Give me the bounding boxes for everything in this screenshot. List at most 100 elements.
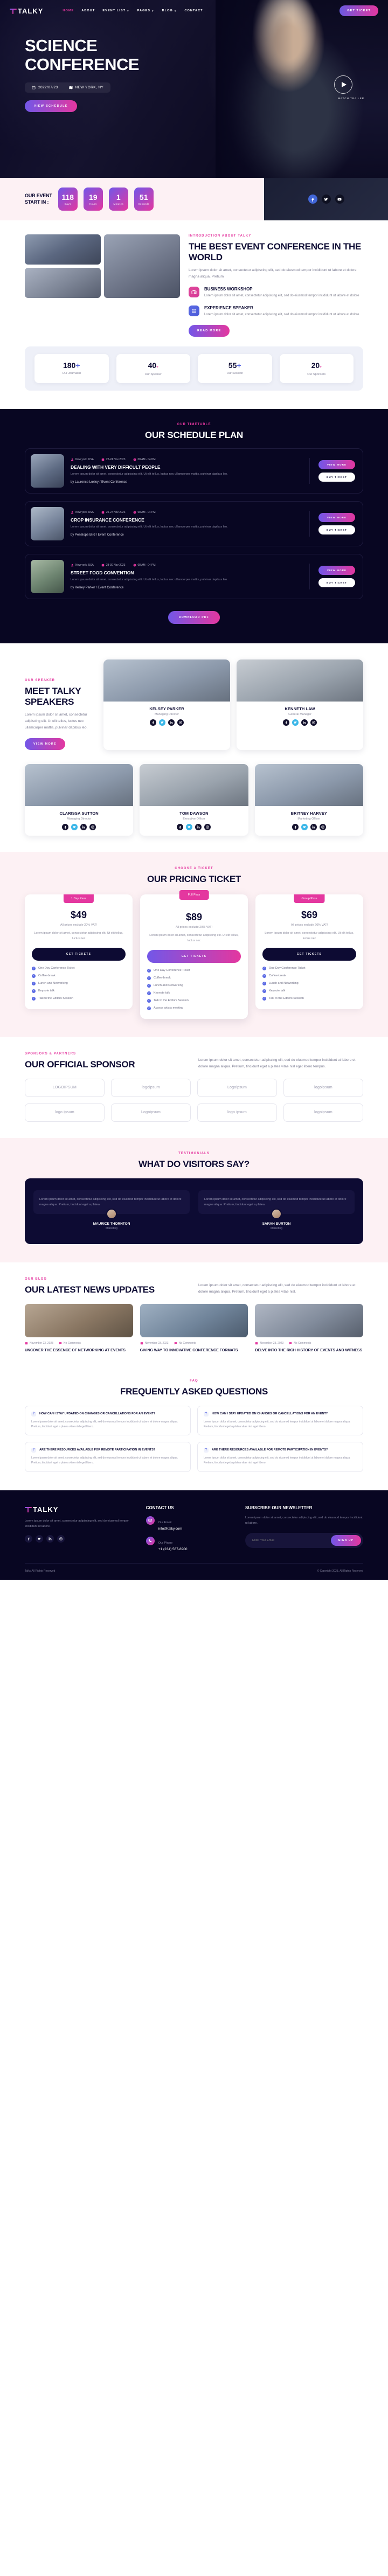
- facebook-icon[interactable]: [25, 1535, 32, 1543]
- schedule-item[interactable]: New york, USA 28-30 Nov 2023 08 AM - 04 …: [25, 553, 363, 599]
- download-pdf-button[interactable]: DOWNLOAD PDF: [168, 610, 220, 624]
- speakers-intro: OUR SPEAKER MEET TALKY SPEAKERS Lorem ip…: [25, 659, 95, 750]
- speaker-card[interactable]: KENNETH LAW General Manager: [237, 659, 363, 750]
- hero-title-line-2: CONFERENCE: [25, 54, 140, 74]
- twitter-icon[interactable]: [36, 1535, 43, 1543]
- nav-item-event-list[interactable]: EVENT LIST ▼: [102, 9, 129, 12]
- buy-ticket-button[interactable]: BUY TICKET: [318, 578, 355, 587]
- nav-item-blog[interactable]: BLOG ▼: [162, 9, 177, 12]
- pricing-amount: $49: [70, 909, 87, 920]
- nav-item-contact[interactable]: CONTACT: [184, 9, 203, 12]
- newsletter-signup-button[interactable]: SIGN UP: [330, 1535, 361, 1546]
- blog-section: OUR BLOG OUR LATEST NEWS UPDATES Lorem i…: [0, 1262, 388, 1367]
- twitter-icon[interactable]: [71, 823, 78, 830]
- speaker-card[interactable]: CLARISSA SUTTON Managing Director: [25, 763, 134, 836]
- blog-post[interactable]: November 23, 2023 No Comments GIVING WAY…: [140, 1304, 248, 1353]
- get-ticket-button[interactable]: GET TICKET: [340, 5, 378, 16]
- twitter-icon[interactable]: [301, 823, 308, 830]
- facebook-icon[interactable]: [308, 195, 317, 204]
- hero-section: TALKY HOME ABOUT EVENT LIST ▼ PAGES ▼ BLOG…: [0, 0, 388, 178]
- facebook-icon[interactable]: [150, 719, 156, 726]
- sponsor-logo[interactable]: Logoipsum: [111, 1103, 191, 1122]
- get-tickets-button[interactable]: GET TICKETS: [262, 947, 356, 961]
- speaker-card[interactable]: BRITNEY HARVEY Marketing Officer: [254, 763, 363, 836]
- schedule-section: OUR TIMETABLE OUR SCHEDULE PLAN New york…: [0, 408, 388, 643]
- view-more-button[interactable]: VIEW MORE: [318, 565, 355, 575]
- nav-item-home[interactable]: HOME: [63, 9, 74, 12]
- footer-phone[interactable]: Our Phone +1 (234) 567-8900: [146, 1536, 233, 1551]
- facebook-icon[interactable]: [177, 823, 184, 830]
- sponsor-logo[interactable]: logoipsum: [283, 1103, 363, 1122]
- youtube-icon[interactable]: [335, 195, 344, 204]
- sponsor-logo[interactable]: LOGOIPSUM: [25, 1078, 105, 1097]
- buy-ticket-button[interactable]: BUY TICKET: [318, 525, 355, 534]
- instagram-icon[interactable]: [89, 823, 96, 830]
- read-more-button[interactable]: READ MORE: [189, 324, 230, 337]
- calendar-icon: [101, 564, 105, 567]
- footer-socials: [25, 1535, 134, 1543]
- faq-item[interactable]: ? ARE THERE RESOURCES AVAILABLE FOR REMOT…: [197, 1442, 363, 1472]
- linkedin-icon[interactable]: [301, 719, 308, 726]
- footer-email[interactable]: Our Email info@talky.com: [146, 1516, 233, 1531]
- facebook-icon[interactable]: [283, 719, 289, 726]
- facebook-icon[interactable]: [292, 823, 299, 830]
- faq-item[interactable]: ? HOW CAN I STAY UPDATED ON CHANGES OR CA…: [25, 1405, 191, 1436]
- twitter-icon[interactable]: [321, 195, 331, 204]
- twitter-icon[interactable]: [292, 719, 299, 726]
- sponsor-logo[interactable]: Logoipsum: [197, 1078, 277, 1097]
- nav-item-about[interactable]: ABOUT: [81, 9, 95, 12]
- linkedin-icon[interactable]: [80, 823, 87, 830]
- site-logo[interactable]: TALKY: [10, 7, 43, 15]
- blog-header: OUR BLOG OUR LATEST NEWS UPDATES Lorem i…: [0, 1262, 388, 1295]
- facebook-icon[interactable]: [62, 823, 69, 830]
- get-tickets-button[interactable]: GET TICKETS: [147, 949, 241, 963]
- about-image-2: [104, 234, 180, 298]
- faq-item[interactable]: ? ARE THERE RESOURCES AVAILABLE FOR REMOT…: [25, 1442, 191, 1472]
- hero-social-links: [264, 178, 388, 220]
- sponsor-logo[interactable]: logoipsum: [283, 1078, 363, 1097]
- sponsor-logo[interactable]: logo ipsum: [25, 1103, 105, 1122]
- pricing-desc: Lorem ipsum dolor sit amet, consectetur …: [149, 933, 239, 942]
- pricing-title: OUR PRICING TICKET: [147, 873, 241, 884]
- calendar-icon: [255, 1342, 258, 1345]
- nav-item-pages[interactable]: PAGES ▼: [137, 9, 155, 12]
- speakers-view-more-button[interactable]: VIEW MORE: [25, 738, 65, 750]
- speaker-card[interactable]: TOM DAWSON Executive Officer: [140, 763, 248, 836]
- linkedin-icon[interactable]: [310, 823, 317, 830]
- speaker-card[interactable]: KELSEY PARKER Managing Director: [103, 659, 230, 750]
- linkedin-icon[interactable]: [195, 823, 202, 830]
- calendar-icon: [25, 1342, 28, 1345]
- blog-post[interactable]: November 23, 2023 No Comments DELVE INTO…: [255, 1304, 363, 1353]
- get-tickets-button[interactable]: GET TICKETS: [32, 947, 126, 961]
- linkedin-icon[interactable]: [168, 719, 175, 726]
- newsletter-email-input[interactable]: [247, 1535, 331, 1546]
- twitter-icon[interactable]: [159, 719, 165, 726]
- instagram-icon[interactable]: [57, 1535, 65, 1543]
- buy-ticket-button[interactable]: BUY TICKET: [318, 472, 355, 482]
- twitter-icon[interactable]: [186, 823, 193, 830]
- schedule-item[interactable]: New york, USA 25-27 Nov 2023 08 AM - 04 …: [25, 501, 363, 546]
- logo-text: TALKY: [18, 6, 44, 15]
- linkedin-icon[interactable]: [46, 1535, 54, 1543]
- check-icon: ✓: [32, 974, 36, 978]
- blog-post[interactable]: November 23, 2023 No Comments UNCOVER TH…: [25, 1304, 133, 1353]
- countdown-section: OUR EVENT START IN : 118 Days 19 Hours 1…: [0, 178, 388, 220]
- view-more-button[interactable]: VIEW MORE: [318, 460, 355, 469]
- view-more-button[interactable]: VIEW MORE: [318, 512, 355, 522]
- instagram-icon[interactable]: [177, 719, 184, 726]
- sponsor-logo[interactable]: logo ipsum: [197, 1103, 277, 1122]
- hero-title-line-1: SCIENCE: [25, 36, 98, 55]
- view-schedule-button[interactable]: VIEW SCHEDULE: [25, 100, 77, 113]
- instagram-icon[interactable]: [310, 719, 317, 726]
- play-trailer-button[interactable]: [334, 75, 352, 94]
- sponsors-paragraph: Lorem ipsum dolor sit amet, consectetur …: [198, 1058, 356, 1068]
- schedule-item[interactable]: New york, USA 22-24 Nov 2023 08 AM - 04 …: [25, 448, 363, 494]
- instagram-icon[interactable]: [204, 823, 211, 830]
- sponsor-logo[interactable]: logoipsum: [111, 1078, 191, 1097]
- speaker-socials: [144, 823, 244, 830]
- instagram-icon[interactable]: [319, 823, 326, 830]
- faq-item[interactable]: ? HOW CAN I STAY UPDATED ON CHANGES OR CA…: [197, 1405, 363, 1436]
- speakers-section: OUR SPEAKER MEET TALKY SPEAKERS Lorem ip…: [0, 643, 388, 764]
- footer-grid: TALKY Lorem ipsum dolor sit amet, consec…: [25, 1505, 363, 1551]
- footer-logo[interactable]: TALKY: [25, 1505, 134, 1513]
